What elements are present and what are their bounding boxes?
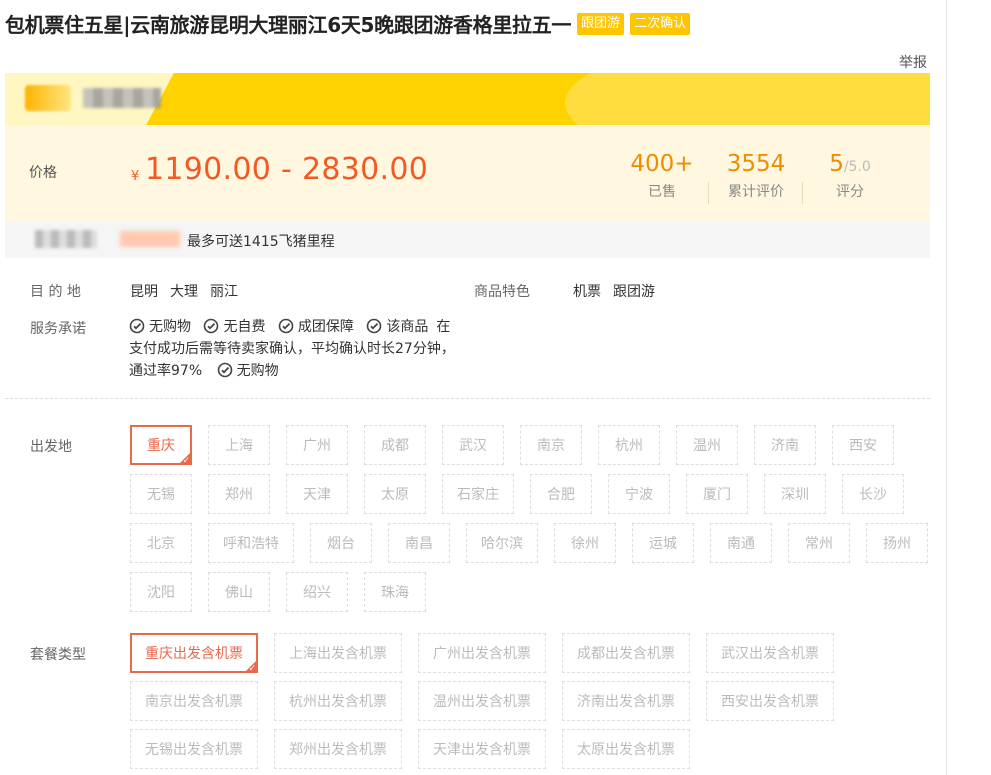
departure-option[interactable]: 杭州 xyxy=(598,425,660,465)
service-promises: 无购物 无自费 成团保障 该商品 在支付成功后需等待卖家确认，平均确认时长27分钟… xyxy=(129,318,455,379)
departure-option[interactable]: 深圳 xyxy=(764,474,826,514)
package-option[interactable]: 西安出发含机票 xyxy=(706,681,834,721)
departure-option[interactable]: 呼和浩特 xyxy=(208,523,294,563)
features-values: 机票 跟团游 xyxy=(573,284,655,300)
package-option[interactable]: 广州出发含机票 xyxy=(418,633,546,673)
departure-option[interactable]: 重庆 xyxy=(130,425,192,466)
service-label: 服务承诺 xyxy=(30,321,86,337)
section-divider xyxy=(5,398,930,399)
package-option[interactable]: 无锡出发含机票 xyxy=(130,729,258,769)
departure-option[interactable]: 济南 xyxy=(754,425,816,465)
departure-option[interactable]: 天津 xyxy=(286,474,348,514)
package-option[interactable]: 济南出发含机票 xyxy=(562,681,690,721)
departure-option[interactable]: 扬州 xyxy=(866,523,928,563)
departure-option[interactable]: 长沙 xyxy=(842,474,904,514)
check-circle-icon xyxy=(129,318,145,334)
departure-option[interactable]: 佛山 xyxy=(208,572,270,612)
departure-option[interactable]: 上海 xyxy=(208,425,270,465)
departure-option[interactable]: 郑州 xyxy=(208,474,270,514)
sold-count: 400+ xyxy=(630,151,694,177)
check-circle-icon xyxy=(217,362,232,378)
departure-option[interactable]: 太原 xyxy=(364,474,426,514)
destination-label: 目 的 地 xyxy=(30,284,81,300)
package-option[interactable]: 上海出发含机票 xyxy=(274,633,402,673)
rating-value: 5/5.0 xyxy=(829,151,871,177)
departure-option[interactable]: 合肥 xyxy=(530,474,592,514)
tag-reconfirm: 二次确认 xyxy=(630,12,691,35)
shop-logo[interactable] xyxy=(25,85,71,111)
departure-option[interactable]: 广州 xyxy=(286,425,348,465)
stat-sold: 400+ 已售 xyxy=(627,151,697,201)
title-row: 包机票住五星|云南旅游昆明大理丽江6天5晚跟团游香格里拉五一 跟团游 二次确认 xyxy=(5,9,691,38)
review-label: 累计评价 xyxy=(728,184,784,200)
departure-option[interactable]: 温州 xyxy=(676,425,738,465)
departure-option[interactable]: 徐州 xyxy=(554,523,616,563)
departure-option[interactable]: 武汉 xyxy=(442,425,504,465)
package-option[interactable]: 重庆出发含机票 xyxy=(130,633,258,674)
departure-option[interactable]: 无锡 xyxy=(130,474,192,514)
destination-values: 昆明 大理 丽江 xyxy=(130,284,238,300)
package-label: 套餐类型 xyxy=(30,647,86,663)
departure-option[interactable]: 南京 xyxy=(520,425,582,465)
departure-option[interactable]: 宁波 xyxy=(608,474,670,514)
package-option[interactable]: 天津出发含机票 xyxy=(418,729,546,769)
departure-option[interactable]: 南昌 xyxy=(388,523,450,563)
departure-option[interactable]: 运城 xyxy=(632,523,694,563)
departure-option[interactable]: 南通 xyxy=(710,523,772,563)
package-option[interactable]: 温州出发含机票 xyxy=(418,681,546,721)
price-label: 价格 xyxy=(29,165,57,181)
departure-option[interactable]: 烟台 xyxy=(310,523,372,563)
check-circle-icon xyxy=(278,318,294,334)
mileage-text: 最多可送1415飞猪里程 xyxy=(187,234,335,250)
report-link[interactable]: 举报 xyxy=(899,52,927,72)
departure-option[interactable]: 成都 xyxy=(364,425,426,465)
stat-reviews[interactable]: 3554 累计评价 xyxy=(721,151,791,201)
price-range: 1190.00 - 2830.00 xyxy=(145,152,429,187)
departure-option[interactable]: 北京 xyxy=(130,523,192,563)
shop-banner[interactable] xyxy=(5,73,930,125)
check-circle-icon xyxy=(367,318,382,334)
package-option[interactable]: 成都出发含机票 xyxy=(562,633,690,673)
package-option[interactable]: 太原出发含机票 xyxy=(562,729,690,769)
departure-option[interactable]: 珠海 xyxy=(364,572,426,612)
features-label: 商品特色 xyxy=(474,284,530,300)
stat-rating: 5/5.0 评分 xyxy=(815,151,885,201)
package-option[interactable]: 武汉出发含机票 xyxy=(706,633,834,673)
page-right-border xyxy=(946,0,947,775)
departure-option[interactable]: 常州 xyxy=(788,523,850,563)
mileage-icon xyxy=(120,231,180,247)
rating-label: 评分 xyxy=(836,184,864,200)
currency-symbol: ¥ xyxy=(131,169,140,184)
blurred-text xyxy=(35,230,97,248)
package-option[interactable]: 南京出发含机票 xyxy=(130,681,258,721)
shop-name-blurred[interactable] xyxy=(83,88,161,108)
product-title: 包机票住五星|云南旅游昆明大理丽江6天5晚跟团游香格里拉五一 xyxy=(5,13,572,37)
departure-option[interactable]: 绍兴 xyxy=(286,572,348,612)
check-circle-icon xyxy=(204,318,219,334)
package-option[interactable]: 杭州出发含机票 xyxy=(274,681,402,721)
sold-label: 已售 xyxy=(648,184,676,200)
departure-label: 出发地 xyxy=(30,439,72,455)
departure-option[interactable]: 西安 xyxy=(832,425,894,465)
price-panel: 价格 ¥ 1190.00 - 2830.00 400+ 已售 3554 累计评价… xyxy=(5,125,930,222)
package-option[interactable]: 郑州出发含机票 xyxy=(274,729,402,769)
review-count: 3554 xyxy=(726,151,786,177)
departure-option[interactable]: 沈阳 xyxy=(130,572,192,612)
departure-option[interactable]: 哈尔滨 xyxy=(466,523,538,563)
departure-option[interactable]: 石家庄 xyxy=(442,474,514,514)
tag-group-tour: 跟团游 xyxy=(577,12,625,35)
mileage-row: 最多可送1415飞猪里程 xyxy=(5,222,930,258)
departure-option[interactable]: 厦门 xyxy=(686,474,748,514)
